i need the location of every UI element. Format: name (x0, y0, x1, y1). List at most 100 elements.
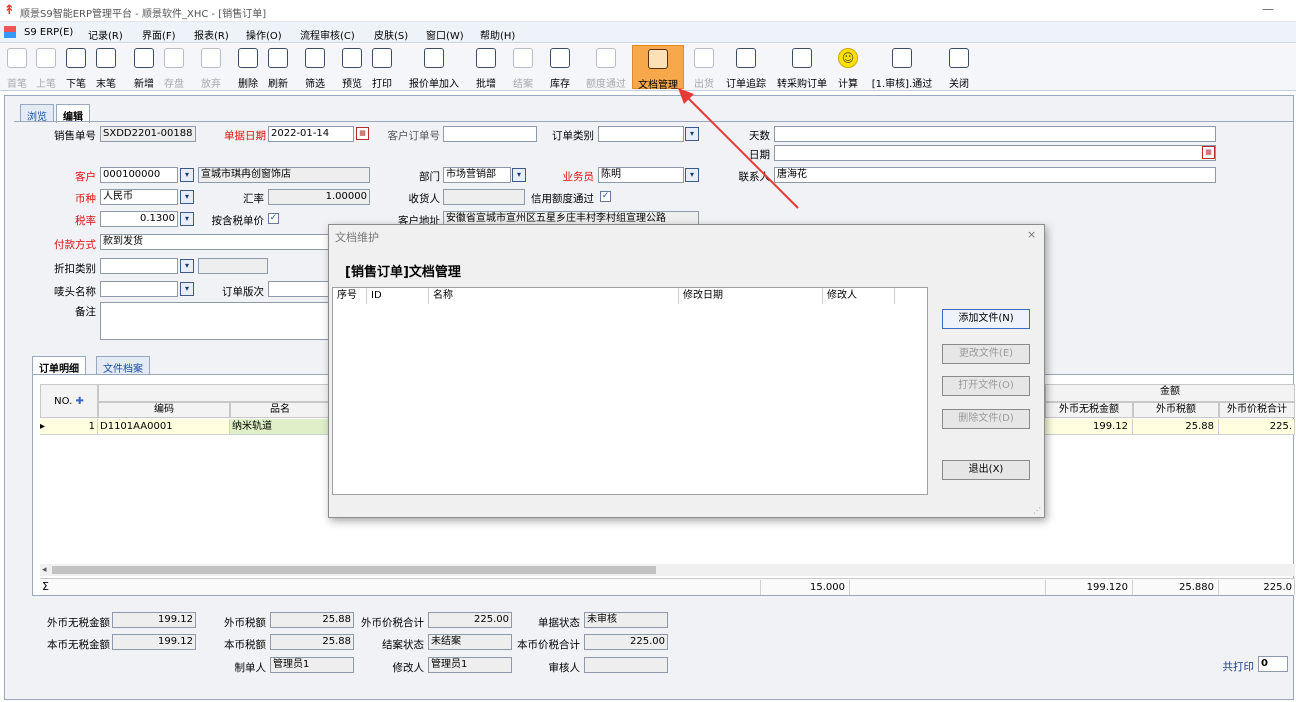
delete-file-button[interactable]: 删除文件(D) (942, 409, 1030, 429)
menu-help[interactable]: 帮助(H) (480, 27, 515, 42)
order-track-icon (736, 48, 756, 68)
local-tax-field: 25.88 (270, 634, 354, 650)
cell-fx-notax: 199.12 (1045, 419, 1133, 434)
discount-dropdown-icon[interactable]: ▾ (180, 259, 194, 273)
tax-field[interactable]: 0.1300 (100, 211, 178, 227)
add-file-button[interactable]: 添加文件(N) (942, 309, 1030, 329)
cell-name[interactable]: 纳米轨道 (230, 419, 330, 434)
taxincl-checkbox[interactable]: ✓ (268, 213, 279, 224)
last-record-button[interactable]: 末笔 (93, 45, 119, 90)
auditor-label: 审核人 (548, 662, 581, 674)
menu-window[interactable]: 窗口(W) (426, 27, 464, 42)
close-case-button[interactable]: 结案 (509, 45, 537, 90)
horizontal-scrollbar[interactable]: ◂ (40, 564, 1295, 576)
local-notax-field: 199.12 (112, 634, 196, 650)
rate-field[interactable]: 1.00000 (268, 189, 370, 205)
tab-browse[interactable]: 浏览 (20, 104, 54, 123)
delete-button[interactable]: 删除 (234, 45, 262, 90)
credit-pass-button[interactable]: 额度通过 (583, 45, 629, 90)
taxincl-label: 按含税单价 (211, 215, 265, 227)
menu-interface[interactable]: 界面(F) (142, 27, 176, 42)
refresh-button[interactable]: 刷新 (264, 45, 292, 90)
first-record-button[interactable]: 首笔 (4, 45, 30, 90)
mark-dropdown-icon[interactable]: ▾ (180, 282, 194, 296)
discount-desc-field (198, 258, 268, 274)
cell-fx-total: 225. (1219, 419, 1295, 434)
payment-field[interactable]: 款到发货 (100, 234, 332, 250)
date-field[interactable]: 2022-01-14 (268, 126, 354, 142)
tax-dropdown-icon[interactable]: ▾ (180, 212, 194, 226)
credit-checkbox[interactable]: ✓ (600, 191, 611, 202)
col-name: 品名 (230, 402, 330, 418)
approve-button[interactable]: [1.审核].通过 (866, 45, 938, 90)
days-field[interactable] (774, 126, 1216, 142)
cell-fx-tax: 25.88 (1133, 419, 1219, 434)
scroll-thumb[interactable] (52, 566, 656, 574)
batch-add-button[interactable]: 批增 (472, 45, 500, 90)
delete-icon (238, 48, 258, 68)
cust-order-field[interactable] (443, 126, 537, 142)
filter-button[interactable]: 筛选 (301, 45, 329, 90)
dialog-exit-button[interactable]: 退出(X) (942, 460, 1030, 480)
next-record-button[interactable]: 下笔 (63, 45, 89, 90)
open-file-button[interactable]: 打开文件(O) (942, 376, 1030, 396)
customer-dropdown-icon[interactable]: ▾ (180, 168, 194, 182)
print-button[interactable]: 打印 (368, 45, 396, 90)
discard-button[interactable]: 放弃 (197, 45, 225, 90)
date2-field[interactable] (774, 145, 1216, 161)
close-case-icon (513, 48, 533, 68)
menu-record[interactable]: 记录(R) (88, 27, 123, 42)
menu-skin[interactable]: 皮肤(S) (374, 27, 408, 42)
customer-label: 客户 (75, 171, 96, 183)
tab-file-archive[interactable]: 文件档案 (96, 356, 150, 375)
document-maintenance-dialog: 文档维护 × [销售订单]文档管理 序号 ID 名称 修改日期 修改人 添加文件… (328, 224, 1045, 518)
local-tax-label: 本币税额 (224, 639, 266, 651)
change-file-button[interactable]: 更改文件(E) (942, 344, 1030, 364)
currency-dropdown-icon[interactable]: ▾ (180, 190, 194, 204)
menu-workflow[interactable]: 流程审核(C) (300, 27, 355, 42)
print-count-field: 0 (1258, 656, 1288, 672)
receiver-field[interactable] (443, 189, 525, 205)
window-title: 顺景S9智能ERP管理平台 - 顺景软件_XHC - [销售订单] (20, 9, 267, 20)
menu-s9erp[interactable]: S9 ERP(E) (24, 27, 73, 38)
dept-field[interactable]: 市场营销部 (443, 167, 511, 183)
calculate-button[interactable]: ☺ 计算 (834, 45, 862, 90)
contact-field[interactable]: 唐海花 (774, 167, 1216, 183)
dept-dropdown-icon[interactable]: ▾ (512, 168, 526, 182)
resize-grip-icon[interactable]: ⋰ (1033, 506, 1041, 515)
discount-field[interactable] (100, 258, 178, 274)
scroll-left-icon[interactable]: ◂ (42, 565, 47, 575)
receiver-label: 收货人 (408, 193, 441, 205)
inventory-button[interactable]: 库存 (546, 45, 574, 90)
menu-report[interactable]: 报表(R) (194, 27, 229, 42)
status-field: 未审核 (584, 612, 668, 628)
document-list[interactable]: 序号 ID 名称 修改日期 修改人 (332, 287, 928, 495)
dialog-close-button[interactable]: × (1027, 228, 1036, 241)
fx-notax-field: 199.12 (112, 612, 196, 628)
minimize-button[interactable]: — (1262, 2, 1274, 16)
fx-notax-label: 外币无税金额 (47, 617, 110, 629)
remark-field[interactable] (100, 302, 332, 340)
pin-icon: ✚ (72, 396, 84, 407)
quote-add-button[interactable]: 报价单加入 (405, 45, 463, 90)
menu-operation[interactable]: 操作(O) (246, 27, 282, 42)
mark-field[interactable] (100, 281, 178, 297)
order-no-field[interactable]: SXDD2201-00188 (100, 126, 196, 142)
order-type-label: 订单类别 (552, 130, 594, 142)
exit-button[interactable]: 关闭 (945, 45, 973, 90)
local-notax-label: 本币无税金额 (47, 639, 110, 651)
customer-code-field[interactable]: 000100000 (100, 167, 178, 183)
calendar-icon[interactable]: ▦ (356, 127, 369, 140)
col-group-empty (98, 384, 330, 402)
currency-field[interactable]: 人民币 (100, 189, 178, 205)
add-button[interactable]: 新增 (130, 45, 158, 90)
tab-order-detail[interactable]: 订单明细 (32, 356, 86, 375)
title-bar: ↟ 顺景S9智能ERP管理平台 - 顺景软件_XHC - [销售订单] — (0, 0, 1296, 22)
calendar-icon-2[interactable]: ▦ (1202, 146, 1215, 159)
prev-record-button[interactable]: 上笔 (33, 45, 59, 90)
tax-label: 税率 (75, 215, 96, 227)
save-button[interactable]: 存盘 (160, 45, 188, 90)
version-field[interactable] (268, 281, 330, 297)
preview-button[interactable]: 预览 (338, 45, 366, 90)
cell-code[interactable]: D1101AA0001 (98, 419, 230, 434)
